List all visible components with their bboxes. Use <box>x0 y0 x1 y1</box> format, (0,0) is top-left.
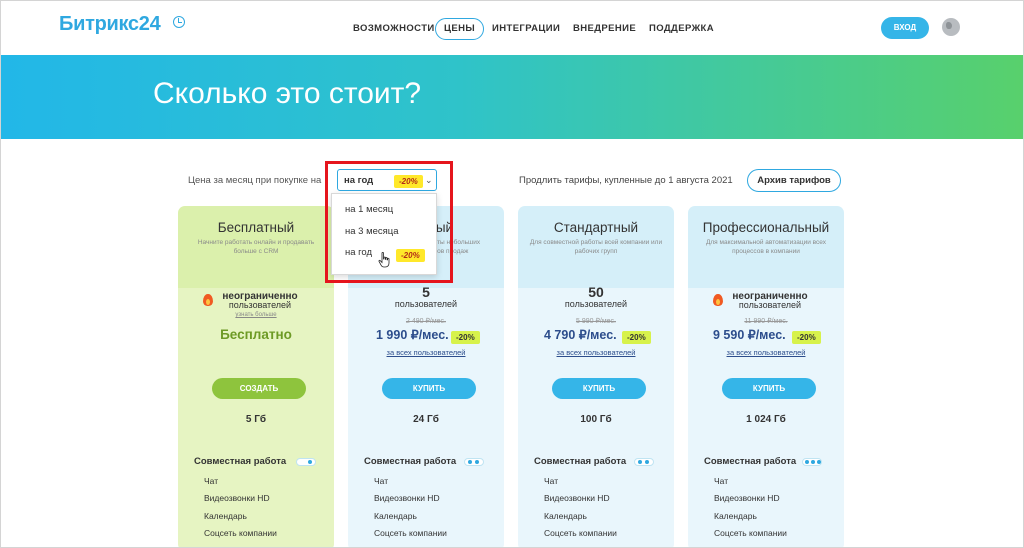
old-price: 2 490 ₽/мес. <box>405 318 446 325</box>
page-title: Сколько это стоит? <box>153 77 422 110</box>
plan-description: Для максимальной автоматизации всех проц… <box>705 239 827 255</box>
users-label: пользователей <box>564 299 628 309</box>
feature-item: Соцсеть компании <box>374 528 447 538</box>
logo-text: Битрикс24 <box>59 13 161 35</box>
plan-name: Бесплатный <box>217 220 295 235</box>
storage-size: 1 024 Гб <box>746 414 786 425</box>
users-count: 5 <box>422 284 430 300</box>
price-discount: -20% <box>451 327 480 345</box>
discount-badge: -20% <box>451 331 480 344</box>
nav-features[interactable]: ВОЗМОЖНОСТИ <box>353 18 435 40</box>
section-title: Совместная работа <box>194 456 287 467</box>
nav-support[interactable]: ПОДДЕРЖКА <box>649 18 714 40</box>
clock-icon <box>173 16 185 28</box>
plan-description: Начните работать онлайн и продавать боль… <box>197 239 315 255</box>
feature-toggle[interactable] <box>464 458 484 466</box>
feature-item: Чат <box>204 476 219 486</box>
archive-plans-button[interactable]: Архив тарифов <box>747 169 841 192</box>
old-price: 5 990 ₽/мес. <box>575 318 616 325</box>
plan-card-professional: Профессиональный Для максимальной автома… <box>688 206 844 547</box>
plan-card-header: Стандартный Для совместной работы всей к… <box>518 206 674 288</box>
logo[interactable]: Битрикс24 <box>59 13 185 36</box>
plan-card-header: Бесплатный Начните работать онлайн и про… <box>178 206 334 288</box>
feature-item: Видеозвонки HD <box>544 493 610 503</box>
users-label: пользователей <box>228 300 292 310</box>
site-header: Битрикс24 ВОЗМОЖНОСТИ ЦЕНЫ ИНТЕГРАЦИИ ВН… <box>1 1 1023 55</box>
users-label: пользователей <box>738 300 802 310</box>
feature-item: Календарь <box>204 511 247 521</box>
plan-price: 1 990 ₽/мес. <box>376 328 449 342</box>
nav-integrations[interactable]: ИНТЕГРАЦИИ <box>492 18 560 40</box>
price-discount: -20% <box>622 327 651 345</box>
buy-button[interactable]: КУПИТЬ <box>722 378 816 399</box>
annotation-highlight-box <box>325 161 453 283</box>
discount-badge: -20% <box>622 331 651 344</box>
learn-more-link[interactable]: узнать больше <box>178 312 334 318</box>
feature-item: Календарь <box>544 511 587 521</box>
plan-card-standard: Стандартный Для совместной работы всей к… <box>518 206 674 547</box>
plan-card-free: Бесплатный Начните работать онлайн и про… <box>178 206 334 547</box>
plan-name: Стандартный <box>553 220 639 235</box>
nav-prices[interactable]: ЦЕНЫ <box>435 18 485 40</box>
discount-badge: -20% <box>792 331 821 344</box>
price-discount: -20% <box>792 327 821 345</box>
plan-name: Профессиональный <box>702 220 830 235</box>
old-price: 11 990 ₽/мес. <box>744 318 788 325</box>
all-users-link[interactable]: за всех пользователей <box>518 348 674 357</box>
hero-banner: Сколько это стоит? <box>1 55 1023 139</box>
plan-card-header: Профессиональный Для максимальной автома… <box>688 206 844 288</box>
browser-viewport: Битрикс24 ВОЗМОЖНОСТИ ЦЕНЫ ИНТЕГРАЦИИ ВН… <box>0 0 1024 548</box>
all-users-link[interactable]: за всех пользователей <box>348 348 504 357</box>
feature-toggle[interactable] <box>296 458 316 466</box>
users-count: 50 <box>588 284 604 300</box>
feature-item: Соцсеть компании <box>714 528 787 538</box>
feature-item: Соцсеть компании <box>544 528 617 538</box>
feature-item: Видеозвонки HD <box>714 493 780 503</box>
globe-icon[interactable] <box>942 18 960 36</box>
feature-toggle[interactable] <box>634 458 654 466</box>
all-users-link[interactable]: за всех пользователей <box>688 348 844 357</box>
section-title: Совместная работа <box>704 456 797 467</box>
feature-item: Видеозвонки HD <box>204 493 270 503</box>
plan-price: 9 590 ₽/мес. <box>713 328 786 342</box>
feature-item: Чат <box>374 476 389 486</box>
plan-price: Бесплатно <box>220 327 292 342</box>
nav-implementation[interactable]: ВНЕДРЕНИЕ <box>573 18 636 40</box>
feature-item: Чат <box>544 476 559 486</box>
feature-item: Соцсеть компании <box>204 528 277 538</box>
plan-description: Для совместной работы всей компании или … <box>529 239 663 255</box>
buy-button[interactable]: КУПИТЬ <box>552 378 646 399</box>
feature-item: Календарь <box>714 511 757 521</box>
buy-button[interactable]: КУПИТЬ <box>382 378 476 399</box>
feature-item: Видеозвонки HD <box>374 493 440 503</box>
feature-toggle[interactable] <box>802 458 822 466</box>
plan-price: 4 790 ₽/мес. <box>544 328 617 342</box>
users-label: пользователей <box>394 299 458 309</box>
storage-size: 24 Гб <box>413 414 439 425</box>
storage-size: 5 Гб <box>245 414 267 425</box>
storage-size: 100 Гб <box>580 414 612 425</box>
feature-item: Чат <box>714 476 729 486</box>
section-title: Совместная работа <box>534 456 627 467</box>
login-button[interactable]: ВХОД <box>881 17 929 39</box>
price-period-label: Цена за месяц при покупке на <box>188 175 322 186</box>
create-button[interactable]: СОЗДАТЬ <box>212 378 306 399</box>
section-title: Совместная работа <box>364 456 457 467</box>
renew-label: Продлить тарифы, купленные до 1 августа … <box>519 175 733 186</box>
feature-item: Календарь <box>374 511 417 521</box>
